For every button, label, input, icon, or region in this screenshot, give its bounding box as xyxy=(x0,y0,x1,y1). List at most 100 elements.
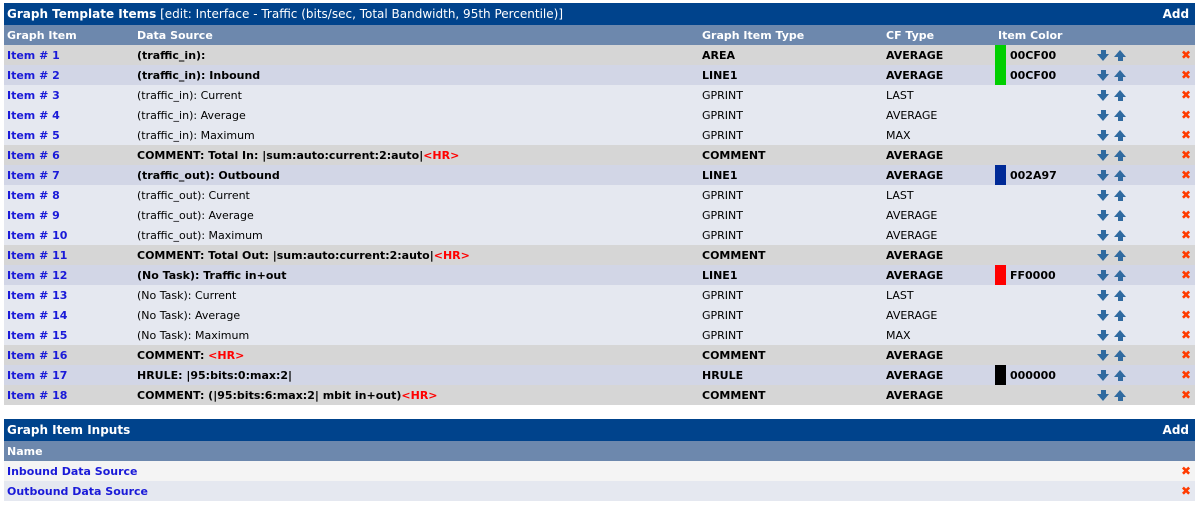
delete-x-icon[interactable]: ✖ xyxy=(1181,464,1191,478)
graph-item-link[interactable]: Item # 15 xyxy=(7,329,67,342)
data-source-text: (No Task): Current xyxy=(137,288,237,302)
arrow-up-icon[interactable] xyxy=(1114,230,1127,241)
arrow-down-icon[interactable] xyxy=(1097,270,1110,281)
graph-item-row: Item # 12 (No Task): Traffic in+out LINE1 A… xyxy=(4,265,1196,285)
arrow-up-icon[interactable] xyxy=(1114,90,1127,101)
data-source-text: (traffic_out): Current xyxy=(137,188,250,202)
arrow-up-icon[interactable] xyxy=(1114,190,1127,201)
arrow-up-icon[interactable] xyxy=(1114,50,1127,61)
add-input-button[interactable]: Add xyxy=(1163,423,1189,437)
arrow-down-icon[interactable] xyxy=(1097,350,1110,361)
item-color-cell xyxy=(995,325,1095,345)
arrow-up-icon[interactable] xyxy=(1114,150,1127,161)
arrow-down-icon[interactable] xyxy=(1097,110,1110,121)
delete-x-icon[interactable]: ✖ xyxy=(1181,248,1191,262)
data-source-cell: (traffic_in): Inbound xyxy=(134,65,699,85)
data-source-cell: (traffic_in): Average xyxy=(134,105,699,125)
delete-x-icon[interactable]: ✖ xyxy=(1181,168,1191,182)
graph-item-cell: Item # 16 xyxy=(4,345,134,365)
delete-x-icon[interactable]: ✖ xyxy=(1181,188,1191,202)
graph-item-link[interactable]: Item # 12 xyxy=(7,269,67,282)
arrow-up-icon[interactable] xyxy=(1114,370,1127,381)
arrow-up-icon[interactable] xyxy=(1114,290,1127,301)
arrow-down-icon[interactable] xyxy=(1097,330,1110,341)
arrow-up-icon[interactable] xyxy=(1114,310,1127,321)
delete-x-icon[interactable]: ✖ xyxy=(1181,68,1191,82)
delete-x-icon[interactable]: ✖ xyxy=(1181,388,1191,402)
graph-item-link[interactable]: Item # 1 xyxy=(7,49,60,62)
move-cell xyxy=(1095,125,1156,145)
delete-x-icon[interactable]: ✖ xyxy=(1181,88,1191,102)
delete-x-icon[interactable]: ✖ xyxy=(1181,328,1191,342)
delete-x-icon[interactable]: ✖ xyxy=(1181,148,1191,162)
graph-item-link[interactable]: Item # 14 xyxy=(7,309,67,322)
delete-x-icon[interactable]: ✖ xyxy=(1181,484,1191,498)
arrow-down-icon[interactable] xyxy=(1097,310,1110,321)
input-name-link[interactable]: Outbound Data Source xyxy=(7,485,148,498)
delete-x-icon[interactable]: ✖ xyxy=(1181,48,1191,62)
graph-item-link[interactable]: Item # 9 xyxy=(7,209,60,222)
arrow-down-icon[interactable] xyxy=(1097,210,1110,221)
graph-item-link[interactable]: Item # 8 xyxy=(7,189,60,202)
hr-tag: <HR> xyxy=(401,388,438,402)
arrow-down-icon[interactable] xyxy=(1097,230,1110,241)
input-name-link[interactable]: Inbound Data Source xyxy=(7,465,138,478)
move-cell xyxy=(1095,285,1156,305)
graph-item-link[interactable]: Item # 11 xyxy=(7,249,67,262)
delete-x-icon[interactable]: ✖ xyxy=(1181,108,1191,122)
arrow-down-icon[interactable] xyxy=(1097,250,1110,261)
delete-x-icon[interactable]: ✖ xyxy=(1181,368,1191,382)
input-name-cell: Inbound Data Source xyxy=(4,461,1155,481)
arrow-up-icon[interactable] xyxy=(1114,330,1127,341)
delete-x-icon[interactable]: ✖ xyxy=(1181,288,1191,302)
data-source-cell: (traffic_out): Outbound xyxy=(134,165,699,185)
arrow-down-icon[interactable] xyxy=(1097,370,1110,381)
delete-x-icon[interactable]: ✖ xyxy=(1181,208,1191,222)
delete-x-icon[interactable]: ✖ xyxy=(1181,228,1191,242)
data-source-cell: (No Task): Maximum xyxy=(134,325,699,345)
data-source-cell: (traffic_out): Average xyxy=(134,205,699,225)
arrow-down-icon[interactable] xyxy=(1097,90,1110,101)
graph-item-type-cell: GPRINT xyxy=(699,85,883,105)
graph-item-link[interactable]: Item # 5 xyxy=(7,129,60,142)
graph-item-link[interactable]: Item # 18 xyxy=(7,389,67,402)
arrow-up-icon[interactable] xyxy=(1114,210,1127,221)
arrow-down-icon[interactable] xyxy=(1097,190,1110,201)
delete-x-icon[interactable]: ✖ xyxy=(1181,348,1191,362)
delete-x-icon[interactable]: ✖ xyxy=(1181,308,1191,322)
arrow-up-icon[interactable] xyxy=(1114,390,1127,401)
arrow-down-icon[interactable] xyxy=(1097,70,1110,81)
arrow-up-icon[interactable] xyxy=(1114,170,1127,181)
arrow-down-icon[interactable] xyxy=(1097,390,1110,401)
color-swatch xyxy=(995,265,1006,285)
graph-item-link[interactable]: Item # 13 xyxy=(7,289,67,302)
graph-item-link[interactable]: Item # 7 xyxy=(7,169,60,182)
arrow-up-icon[interactable] xyxy=(1114,70,1127,81)
graph-item-link[interactable]: Item # 2 xyxy=(7,69,60,82)
delete-x-icon[interactable]: ✖ xyxy=(1181,128,1191,142)
graph-item-link[interactable]: Item # 16 xyxy=(7,349,67,362)
cf-type-cell: AVERAGE xyxy=(883,345,995,365)
arrow-up-icon[interactable] xyxy=(1114,130,1127,141)
graph-item-link[interactable]: Item # 6 xyxy=(7,149,60,162)
graph-item-link[interactable]: Item # 4 xyxy=(7,109,60,122)
delete-x-icon[interactable]: ✖ xyxy=(1181,268,1191,282)
graph-item-link[interactable]: Item # 3 xyxy=(7,89,60,102)
arrow-down-icon[interactable] xyxy=(1097,130,1110,141)
add-item-button[interactable]: Add xyxy=(1163,7,1189,21)
graph-item-link[interactable]: Item # 10 xyxy=(7,229,67,242)
delete-cell: ✖ xyxy=(1155,265,1196,285)
graph-input-row: Outbound Data Source ✖ xyxy=(4,481,1195,501)
arrow-up-icon[interactable] xyxy=(1114,250,1127,261)
item-color-cell xyxy=(995,205,1095,225)
arrow-down-icon[interactable] xyxy=(1097,50,1110,61)
arrow-up-icon[interactable] xyxy=(1114,270,1127,281)
arrow-up-icon[interactable] xyxy=(1114,110,1127,121)
arrow-down-icon[interactable] xyxy=(1097,150,1110,161)
item-color-cell: FF0000 xyxy=(995,265,1095,285)
move-cell xyxy=(1095,265,1156,285)
arrow-up-icon[interactable] xyxy=(1114,350,1127,361)
graph-item-link[interactable]: Item # 17 xyxy=(7,369,67,382)
arrow-down-icon[interactable] xyxy=(1097,290,1110,301)
arrow-down-icon[interactable] xyxy=(1097,170,1110,181)
